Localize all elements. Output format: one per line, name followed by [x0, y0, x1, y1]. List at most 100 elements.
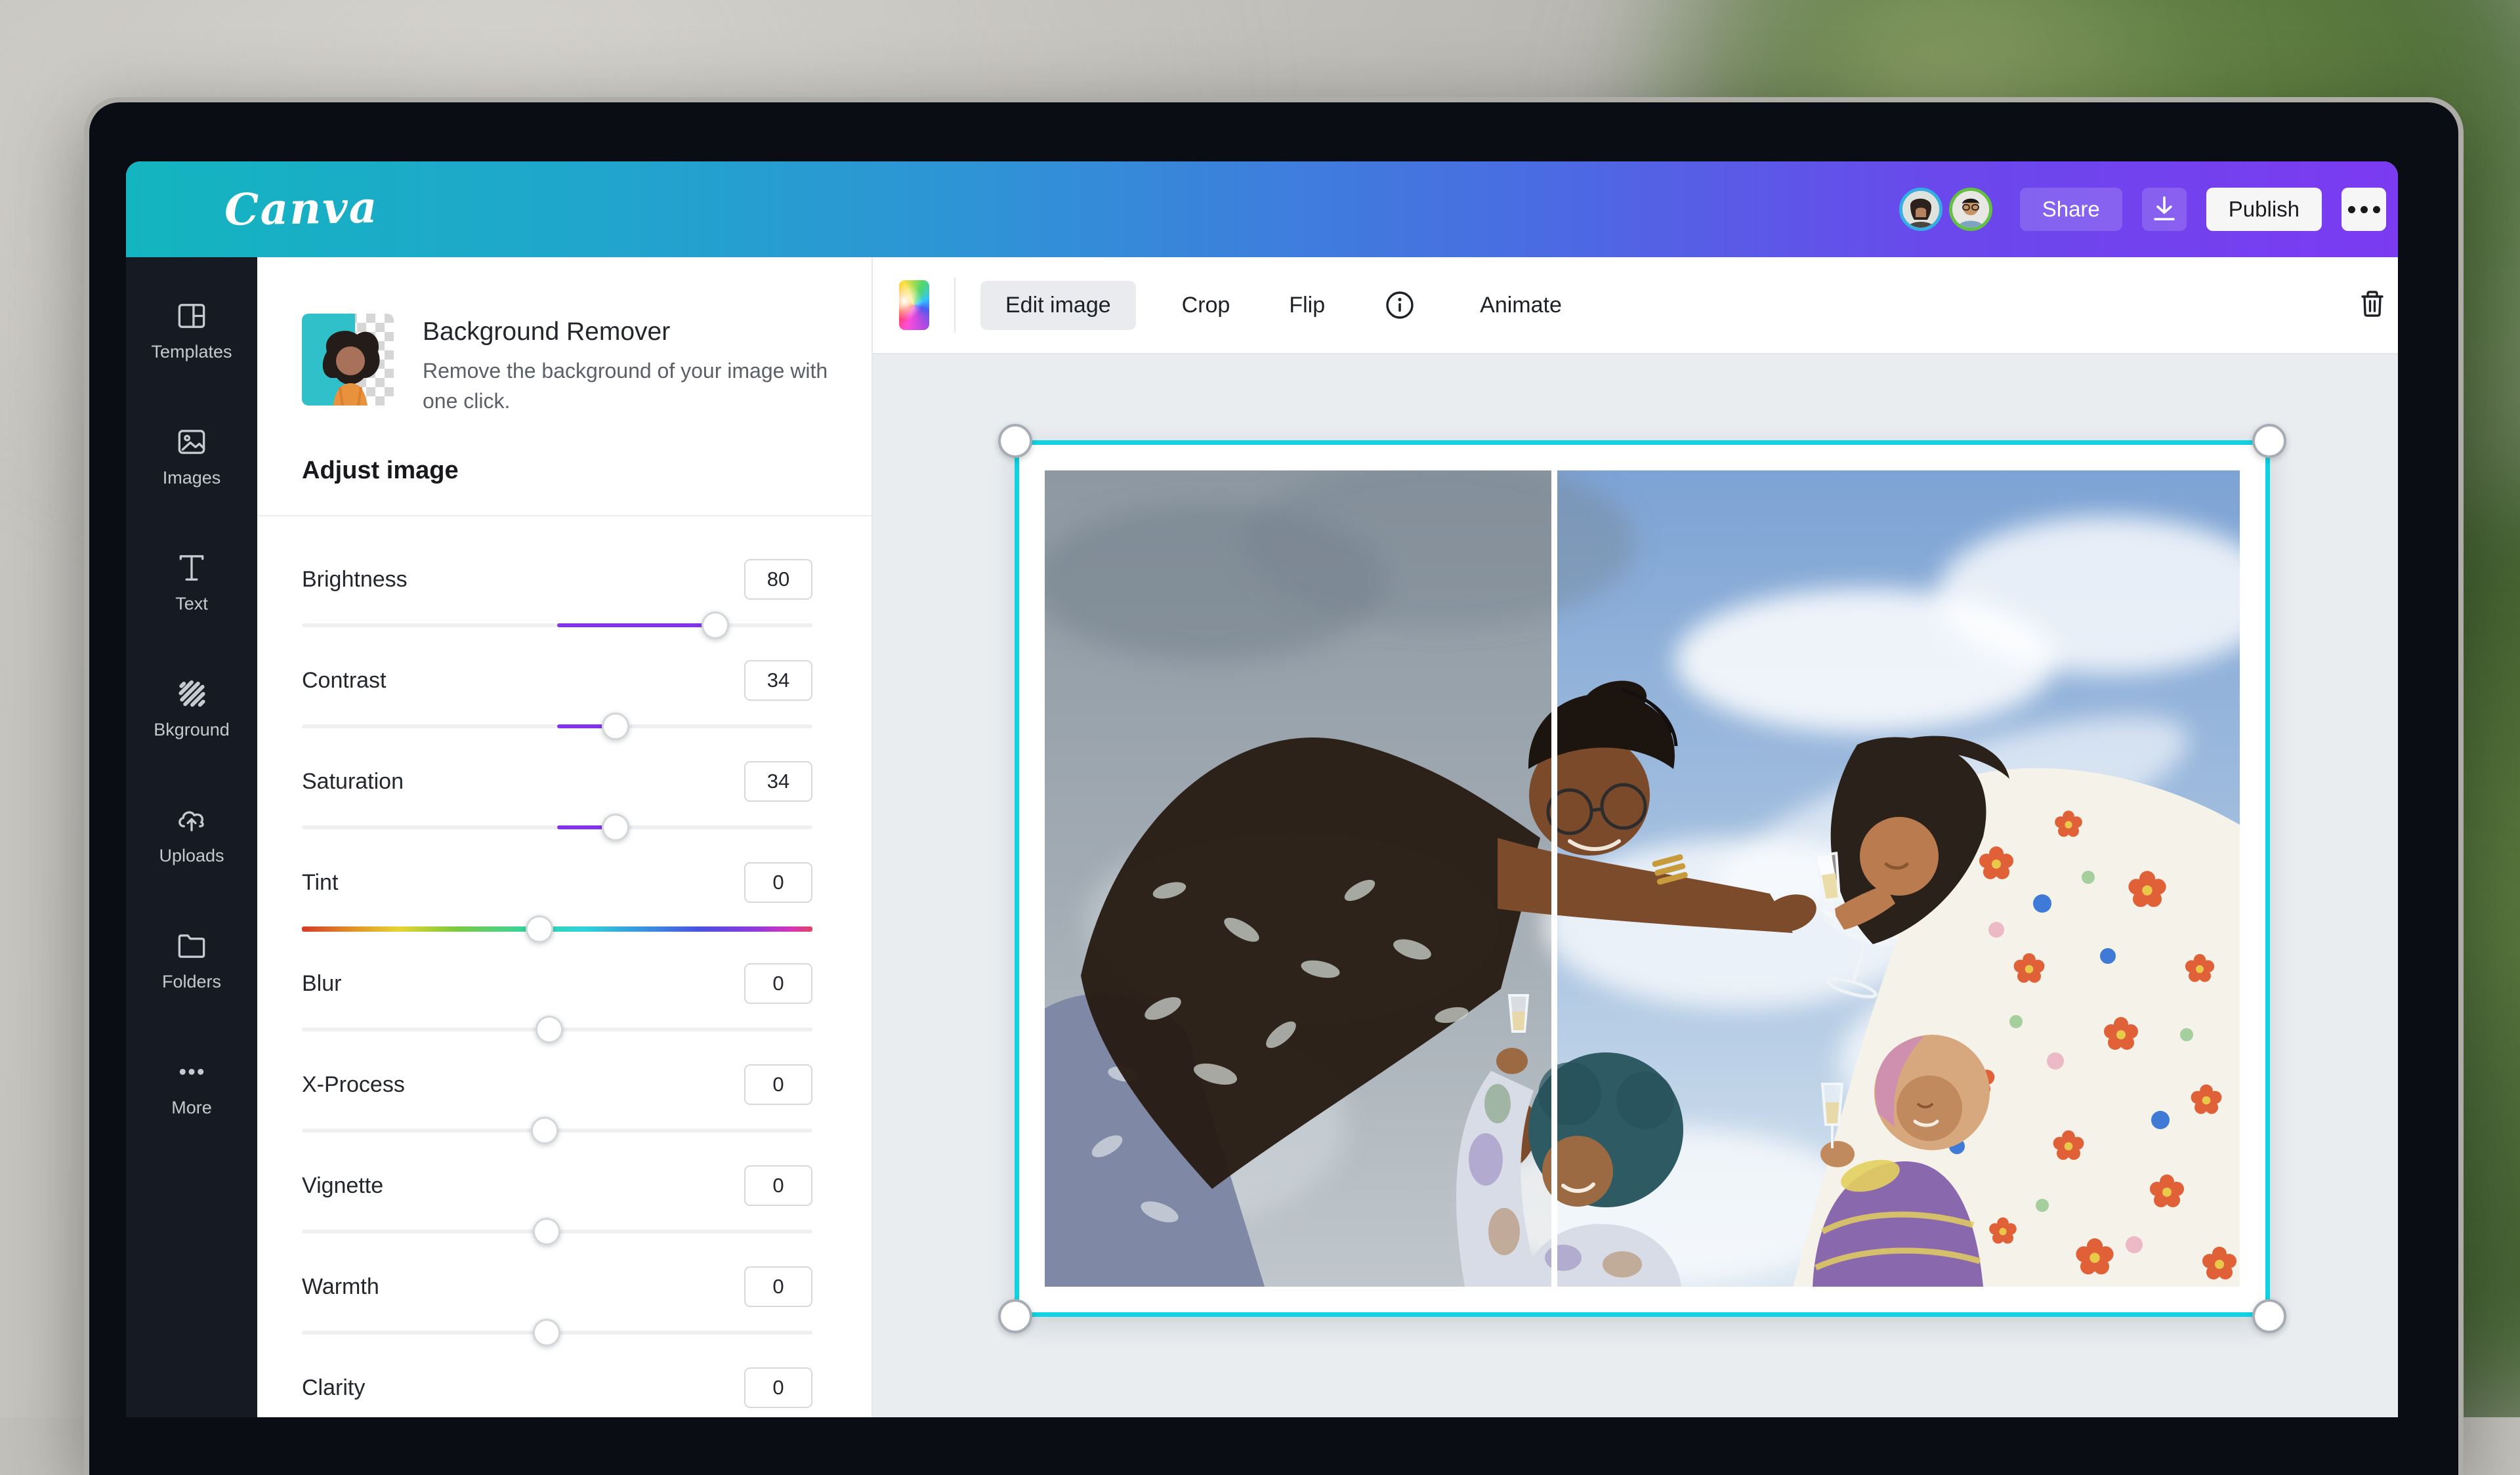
collaborator-avatars: [1899, 188, 1992, 231]
resize-handle-top-left[interactable]: [998, 424, 1032, 458]
context-toolbar: Edit image Crop Flip Animate: [873, 257, 2398, 354]
slider-value-box[interactable]: 0: [744, 862, 812, 903]
slider-value-box[interactable]: 34: [744, 761, 812, 802]
sidebar-item-label: Uploads: [159, 846, 224, 866]
canva-logo[interactable]: Canva: [126, 182, 379, 238]
canva-app-window: Canva Share Publish: [126, 161, 2398, 1417]
photo-before-after-collage: [1045, 470, 2240, 1287]
slider-tint: Tint 0: [302, 862, 812, 963]
publish-button[interactable]: Publish: [2206, 188, 2322, 231]
slider-warmth: Warmth 0: [302, 1266, 812, 1367]
info-icon[interactable]: [1384, 289, 1416, 321]
background-icon: [175, 677, 209, 711]
slider-handle[interactable]: [533, 1319, 560, 1346]
avatar-user-1[interactable]: [1899, 188, 1942, 231]
slider-handle[interactable]: [531, 1117, 558, 1144]
slider-value-box[interactable]: 0: [744, 963, 812, 1004]
animate-label: Animate: [1480, 293, 1562, 318]
sidebar-item-images[interactable]: Images: [126, 425, 257, 488]
slider-value-box[interactable]: 0: [744, 1266, 812, 1307]
slider-label: Contrast: [302, 668, 387, 694]
slider-label: Vignette: [302, 1173, 383, 1199]
slider-track[interactable]: [302, 926, 812, 932]
tab-flip[interactable]: Flip: [1289, 293, 1325, 318]
slider-label: Clarity: [302, 1375, 365, 1401]
color-picker-swatch[interactable]: [899, 280, 929, 330]
slider-track[interactable]: [302, 1129, 812, 1132]
resize-handle-bottom-right[interactable]: [2252, 1299, 2286, 1333]
edit-panel: Background Remover Remove the background…: [257, 257, 873, 1417]
toolbar-divider: [954, 278, 956, 333]
slider-contrast: Contrast 34: [302, 660, 812, 761]
slider-track[interactable]: [302, 724, 812, 728]
text-icon: [175, 551, 209, 585]
slider-track[interactable]: [302, 1230, 812, 1234]
sidebar-item-label: Folders: [162, 972, 221, 992]
slider-x-process: X-Process 0: [302, 1064, 812, 1165]
slider-handle[interactable]: [533, 1218, 560, 1245]
folders-icon: [175, 929, 209, 963]
sidebar-item-label: Text: [175, 594, 208, 614]
resize-handle-top-right[interactable]: [2252, 424, 2286, 458]
download-icon[interactable]: [2142, 188, 2187, 231]
slider-value-box[interactable]: 0: [744, 1064, 812, 1105]
background-remover-thumbnail: [302, 314, 394, 405]
tab-edit-image[interactable]: Edit image: [980, 281, 1136, 330]
adjust-sliders: Brightness 80 Contrast 34 Saturation 34 Tin…: [257, 516, 872, 1417]
slider-handle[interactable]: [602, 713, 629, 740]
top-bar: Canva Share Publish: [126, 161, 2398, 257]
slider-value-box[interactable]: 0: [744, 1165, 812, 1206]
slider-value-box[interactable]: 0: [744, 1367, 812, 1408]
share-button[interactable]: Share: [2020, 188, 2122, 231]
slider-label: Tint: [302, 870, 338, 896]
sidebar-item-uploads[interactable]: Uploads: [126, 803, 257, 866]
trash-icon[interactable]: [2357, 289, 2387, 322]
slider-handle[interactable]: [702, 612, 729, 639]
sidebar-item-background[interactable]: Bkground: [126, 677, 257, 740]
sidebar-item-label: Templates: [151, 342, 232, 362]
slider-handle[interactable]: [536, 1016, 563, 1043]
slider-label: Warmth: [302, 1274, 379, 1300]
slider-fill: [557, 623, 715, 627]
more-options-button[interactable]: [2342, 188, 2386, 231]
slider-handle[interactable]: [526, 915, 553, 943]
slider-value-box[interactable]: 80: [744, 559, 812, 600]
slider-label: Brightness: [302, 567, 408, 592]
more-icon: [175, 1055, 209, 1089]
sidebar-item-label: Images: [163, 468, 221, 488]
resize-handle-bottom-left[interactable]: [998, 1299, 1032, 1333]
slider-track[interactable]: [302, 1028, 812, 1031]
slider-track[interactable]: [302, 825, 812, 829]
slider-saturation: Saturation 34: [302, 761, 812, 862]
adjust-image-heading: Adjust image: [302, 457, 827, 485]
slider-label: Saturation: [302, 769, 404, 795]
slider-track[interactable]: [302, 623, 812, 627]
slider-label: X-Process: [302, 1072, 405, 1098]
animate-button[interactable]: Animate: [1468, 293, 1562, 318]
slider-brightness: Brightness 80: [302, 559, 812, 660]
background-remover-card[interactable]: Background Remover Remove the background…: [302, 314, 827, 416]
tab-crop[interactable]: Crop: [1182, 293, 1230, 318]
canvas-workspace[interactable]: [873, 354, 2398, 1417]
tool-card-title: Background Remover: [423, 318, 843, 346]
slider-label: Blur: [302, 971, 341, 997]
sidebar-item-templates[interactable]: Templates: [126, 299, 257, 362]
tool-card-description: Remove the background of your image with…: [423, 356, 843, 416]
ellipsis-icon: [2348, 206, 2380, 213]
sidebar-item-folders[interactable]: Folders: [126, 929, 257, 992]
side-nav: Templates Images Text Bkground Uploads F…: [126, 257, 257, 1417]
sidebar-item-label: More: [171, 1098, 212, 1118]
sidebar-item-label: Bkground: [154, 720, 230, 740]
slider-blur: Blur 0: [302, 963, 812, 1064]
avatar-user-2[interactable]: [1949, 188, 1992, 231]
slider-track[interactable]: [302, 1331, 812, 1335]
sidebar-item-text[interactable]: Text: [126, 551, 257, 614]
slider-value-box[interactable]: 34: [744, 660, 812, 701]
selected-image-element[interactable]: [1017, 443, 2267, 1314]
sidebar-item-more[interactable]: More: [126, 1055, 257, 1118]
templates-icon: [175, 299, 209, 333]
images-icon: [175, 425, 209, 459]
slider-vignette: Vignette 0: [302, 1165, 812, 1266]
slider-handle[interactable]: [602, 814, 629, 841]
slider-clarity: Clarity 0: [302, 1367, 812, 1417]
